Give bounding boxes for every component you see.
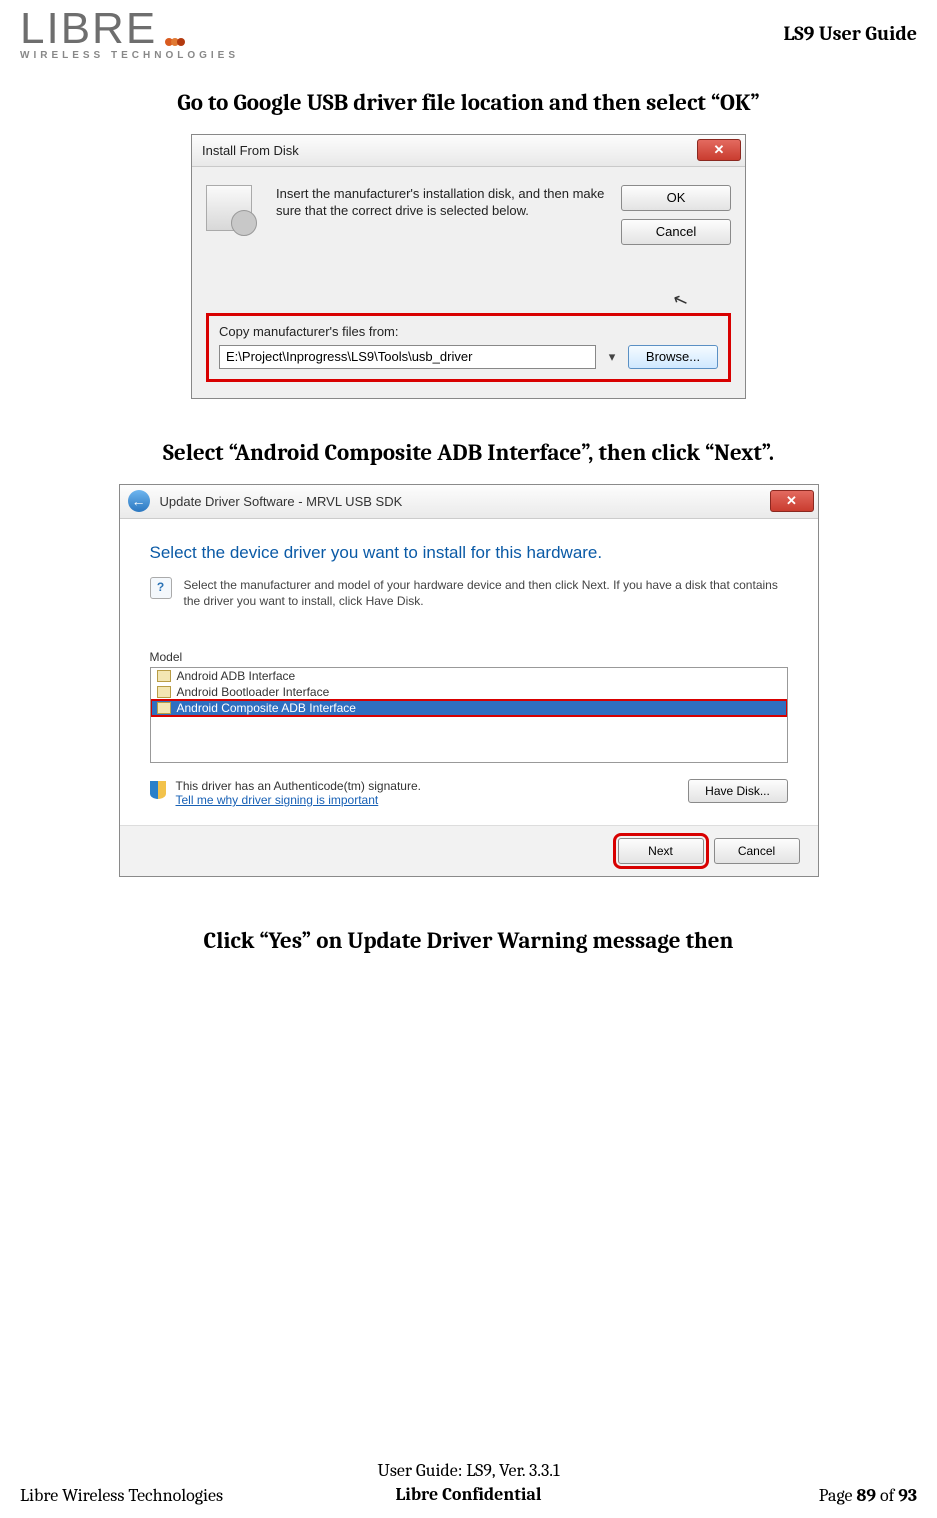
driver-signing-link[interactable]: Tell me why driver signing is important (176, 793, 379, 807)
cancel-button[interactable]: Cancel (714, 838, 800, 864)
logo-dots-icon (165, 13, 185, 50)
close-icon[interactable]: ✕ (697, 139, 741, 161)
copy-from-label: Copy manufacturer's files from: (219, 324, 718, 339)
list-item-selected[interactable]: Android Composite ADB Interface (151, 700, 787, 716)
close-icon[interactable]: ✕ (770, 490, 814, 512)
logo: LIBRE WIRELESS TECHNOLOGIES (20, 10, 239, 61)
model-label: Model (150, 650, 788, 664)
path-input[interactable] (219, 345, 596, 369)
browse-button[interactable]: Browse... (628, 345, 718, 369)
ok-button[interactable]: OK (621, 185, 731, 211)
device-icon (157, 670, 171, 682)
footer-center: User Guide: LS9, Ver. 3.3.1 Libre Confid… (377, 1459, 559, 1506)
device-icon (157, 702, 171, 714)
page-header: LIBRE WIRELESS TECHNOLOGIES LS9 User Gui… (0, 0, 937, 61)
update-driver-dialog: ← Update Driver Software - MRVL USB SDK … (119, 484, 819, 878)
list-item[interactable]: Android Bootloader Interface (151, 684, 787, 700)
footer-page: Page 89 of 93 (819, 1485, 917, 1506)
dialog-titlebar: ← Update Driver Software - MRVL USB SDK … (120, 485, 818, 519)
device-icon (157, 686, 171, 698)
logo-sub-text: WIRELESS TECHNOLOGIES (20, 52, 239, 61)
back-arrow-icon[interactable]: ← (128, 490, 150, 512)
dialog-subtext: Select the manufacturer and model of you… (184, 577, 788, 611)
shield-icon (150, 781, 166, 799)
dialog-title: Install From Disk (202, 143, 299, 158)
list-item[interactable]: Android ADB Interface (151, 668, 787, 684)
dialog-titlebar: Install From Disk ✕ (192, 135, 745, 167)
dialog-heading: Select the device driver you want to ins… (150, 543, 788, 563)
install-from-disk-dialog: Install From Disk ✕ Insert the manufactu… (191, 134, 746, 399)
floppy-disk-icon (206, 185, 252, 231)
copy-from-highlight-box: ↖ Copy manufacturer's files from: ▾ Brow… (206, 313, 731, 382)
footer-company: Libre Wireless Technologies (20, 1485, 223, 1506)
instruction-click-yes: Click “Yes” on Update Driver Warning mes… (47, 927, 890, 954)
model-listbox[interactable]: Android ADB Interface Android Bootloader… (150, 667, 788, 763)
dialog-body-text: Insert the manufacturer's installation d… (276, 185, 621, 253)
cursor-icon: ↖ (670, 288, 691, 313)
chevron-down-icon[interactable]: ▾ (604, 346, 620, 368)
document-title: LS9 User Guide (784, 10, 917, 45)
info-icon: ? (150, 577, 172, 599)
instruction-select-adb: Select “Android Composite ADB Interface”… (47, 439, 890, 466)
have-disk-button[interactable]: Have Disk... (688, 779, 788, 803)
logo-main-text: LIBRE (20, 4, 157, 53)
instruction-usb-driver-location: Go to Google USB driver file location an… (47, 89, 890, 116)
next-button[interactable]: Next (618, 838, 704, 864)
cancel-button[interactable]: Cancel (621, 219, 731, 245)
dialog-title: Update Driver Software - MRVL USB SDK (160, 494, 403, 509)
authenticode-text: This driver has an Authenticode(tm) sign… (176, 779, 421, 793)
